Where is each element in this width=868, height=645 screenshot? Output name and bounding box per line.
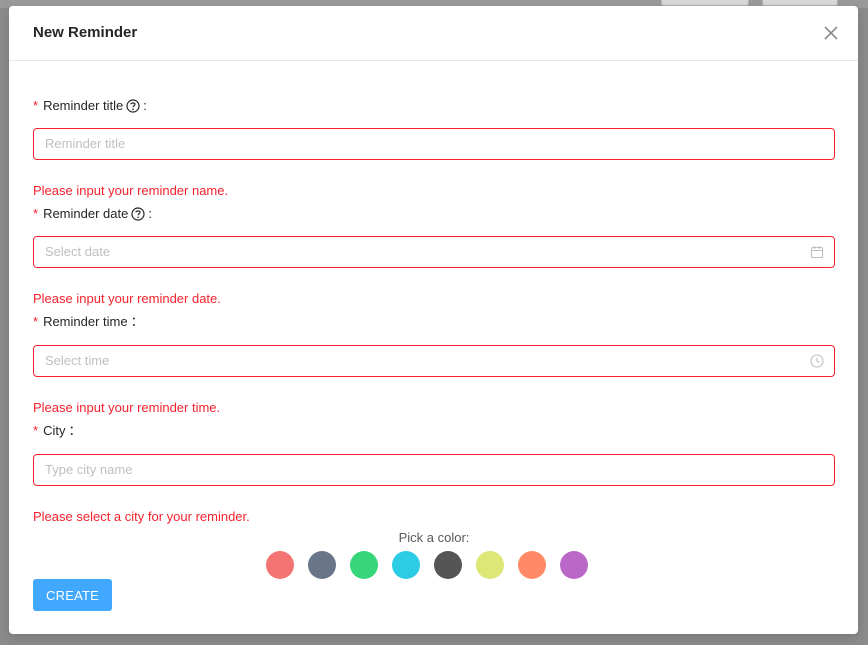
reminder-time-label: * Reminder time ： [33, 312, 835, 332]
color-swatch[interactable] [392, 551, 420, 579]
question-circle-icon[interactable] [131, 207, 145, 221]
color-swatch[interactable] [476, 551, 504, 579]
reminder-date-label: * Reminder date : [33, 204, 835, 224]
close-icon[interactable] [822, 24, 840, 42]
color-swatches [266, 551, 588, 579]
reminder-date-input-wrapper [33, 236, 835, 268]
label-colon: ： [68, 423, 82, 438]
required-mark: * [33, 314, 39, 329]
reminder-title-input[interactable] [34, 129, 816, 157]
color-swatch[interactable] [434, 551, 462, 579]
label-colon: : [143, 98, 147, 113]
reminder-date-input[interactable] [34, 237, 816, 265]
new-reminder-modal: New Reminder * Reminder title : Reminder… [9, 6, 858, 634]
question-circle-icon[interactable] [126, 99, 140, 113]
label-colon: ： [130, 314, 144, 329]
reminder-time-label-text: Reminder time [43, 314, 128, 329]
reminder-title-label: * Reminder title : [33, 96, 835, 116]
modal-header: New Reminder [9, 6, 858, 61]
city-input[interactable] [34, 455, 816, 483]
city-field: * City ： [33, 421, 835, 441]
color-swatch[interactable] [560, 551, 588, 579]
reminder-time-field: * Reminder time ： [33, 312, 835, 332]
color-swatch[interactable] [308, 551, 336, 579]
required-mark: * [33, 206, 39, 221]
reminder-date-error: Please input your reminder date. [33, 291, 221, 306]
reminder-date-field: * Reminder date : [33, 204, 835, 224]
reminder-date-label-text: Reminder date [43, 206, 129, 221]
create-button[interactable]: CREATE [33, 579, 112, 611]
city-label: * City ： [33, 421, 835, 441]
clock-icon[interactable] [810, 354, 824, 368]
reminder-title-error: Please input your reminder name. [33, 183, 229, 198]
reminder-title-field: * Reminder title : [33, 96, 835, 116]
reminder-time-error: Please input your reminder time. [33, 400, 221, 415]
city-input-wrapper [33, 454, 835, 486]
city-label-text: City [43, 423, 66, 438]
color-swatch[interactable] [518, 551, 546, 579]
calendar-icon[interactable] [810, 245, 824, 259]
city-error: Please select a city for your reminder. [33, 509, 250, 524]
reminder-title-input-wrapper [33, 128, 835, 160]
color-swatch[interactable] [350, 551, 378, 579]
reminder-time-input[interactable] [34, 346, 816, 374]
color-swatch[interactable] [266, 551, 294, 579]
reminder-time-input-wrapper [33, 345, 835, 377]
reminder-title-label-text: Reminder title [43, 98, 124, 113]
pick-color-label: Pick a color: [398, 530, 470, 545]
label-colon: : [148, 206, 152, 221]
required-mark: * [33, 423, 39, 438]
modal-title: New Reminder [33, 24, 138, 41]
required-mark: * [33, 98, 39, 113]
